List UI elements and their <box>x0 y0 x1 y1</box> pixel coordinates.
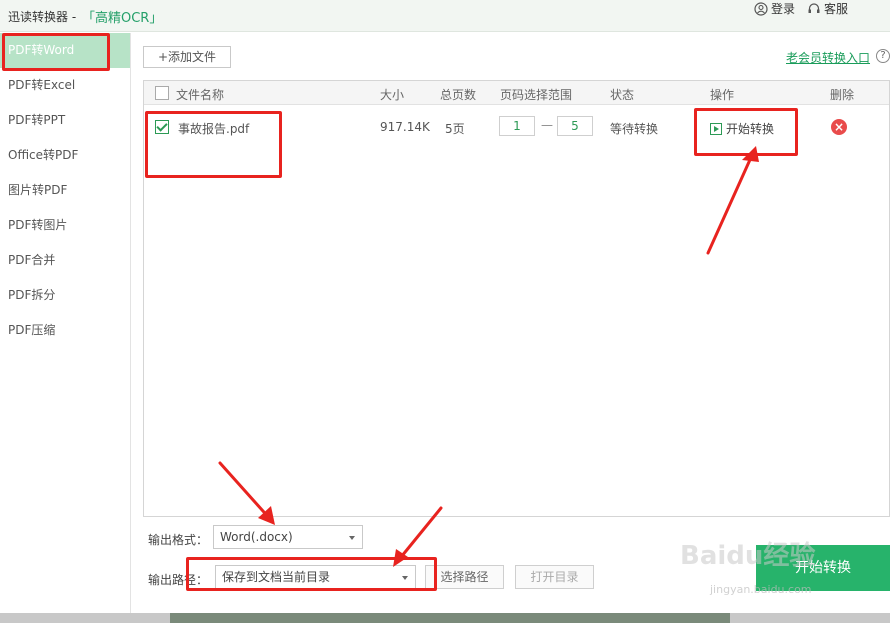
file-status: 等待转换 <box>610 122 659 136</box>
annotation-box-path <box>186 557 437 591</box>
header-size: 大小 <box>380 88 405 102</box>
service-button[interactable]: 客服 <box>807 0 848 17</box>
range-dash: — <box>541 118 553 132</box>
annotation-box-start <box>694 108 798 156</box>
sidebar: PDF转Word PDF转Excel PDF转PPT Office转PDF 图片… <box>0 33 131 623</box>
headset-icon <box>808 2 820 13</box>
open-dir-button[interactable]: 打开目录 <box>515 565 594 589</box>
header-action: 操作 <box>710 88 735 102</box>
delete-icon[interactable]: × <box>831 119 847 135</box>
sidebar-item-pdf-merge[interactable]: PDF合并 <box>0 243 130 278</box>
output-format-value: Word(.docx) <box>220 530 293 544</box>
ocr-link[interactable]: 「高精OCR」 <box>82 7 162 26</box>
sidebar-item-pdf-to-image[interactable]: PDF转图片 <box>0 208 130 243</box>
output-format-label: 输出格式： <box>148 533 209 547</box>
sidebar-item-pdf-split[interactable]: PDF拆分 <box>0 278 130 313</box>
header-status: 状态 <box>610 88 635 102</box>
vip-convert-link[interactable]: 老会员转换入口 <box>786 49 870 66</box>
output-format-select[interactable]: Word(.docx) <box>213 525 363 549</box>
file-size: 917.14K <box>380 120 430 134</box>
range-end-input[interactable]: 5 <box>557 116 593 136</box>
table-header: 文件名称 大小 总页数 页码选择范围 状态 操作 删除 <box>144 81 889 105</box>
watermark-logo: Baidu经验 <box>680 541 816 571</box>
sidebar-item-pdf-to-ppt[interactable]: PDF转PPT <box>0 103 130 138</box>
watermark-url: jingyan.baidu.com <box>710 583 812 596</box>
title-bar: 迅读转换器 - 「高精OCR」 登录 客服 <box>0 0 890 32</box>
help-icon[interactable]: ? <box>876 49 890 63</box>
taskbar-strip <box>0 613 890 623</box>
annotation-box-file <box>145 111 282 178</box>
header-delete: 删除 <box>830 88 855 102</box>
sidebar-item-image-to-pdf[interactable]: 图片转PDF <box>0 173 130 208</box>
header-name: 文件名称 <box>176 88 225 102</box>
login-label: 登录 <box>771 2 796 16</box>
sidebar-item-pdf-compress[interactable]: PDF压缩 <box>0 313 130 348</box>
select-all-checkbox[interactable] <box>155 86 169 100</box>
header-pages: 总页数 <box>440 88 477 102</box>
app-title: 迅读转换器 - <box>8 10 77 24</box>
service-label: 客服 <box>824 2 849 16</box>
annotation-box-sidebar <box>2 33 110 71</box>
range-start-input[interactable]: 1 <box>499 116 535 136</box>
chevron-down-icon <box>349 536 355 540</box>
add-file-button[interactable]: +添加文件 <box>143 46 231 68</box>
file-pages: 5页 <box>445 122 465 136</box>
taskbar-preview <box>170 613 730 623</box>
sidebar-item-pdf-to-excel[interactable]: PDF转Excel <box>0 68 130 103</box>
login-button[interactable]: 登录 <box>754 0 795 17</box>
sidebar-item-office-to-pdf[interactable]: Office转PDF <box>0 138 130 173</box>
header-range: 页码选择范围 <box>500 88 573 102</box>
user-icon <box>754 1 768 16</box>
